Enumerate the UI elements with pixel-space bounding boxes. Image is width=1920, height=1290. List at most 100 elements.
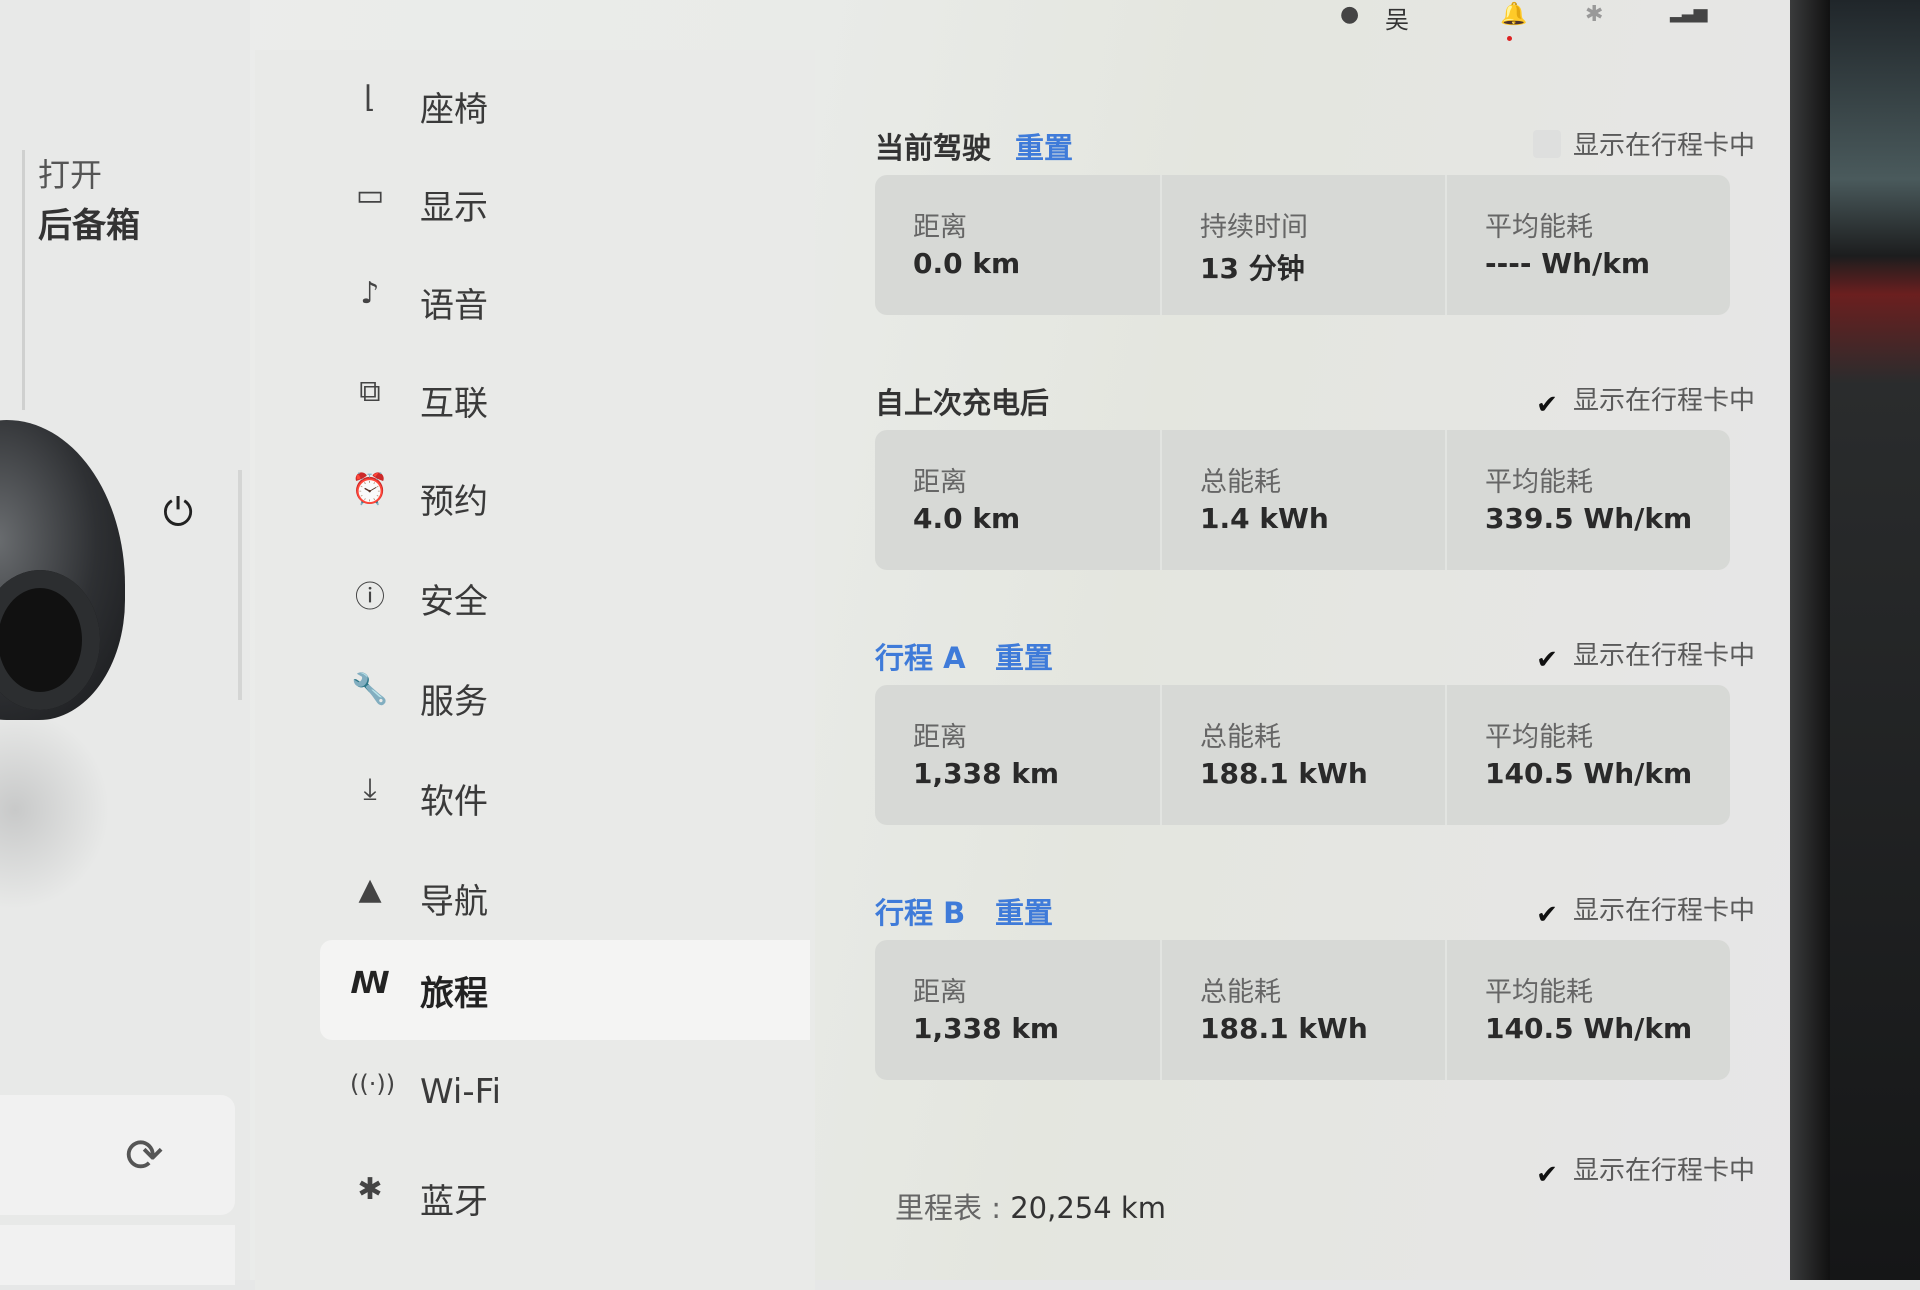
stat-cell: 距离 1,338 km: [875, 685, 1160, 825]
safety-icon: ⓘ: [355, 580, 385, 615]
show-in-trip-card-toggle[interactable]: 显示在行程卡中: [1532, 125, 1755, 162]
trips-panel: 当前驾驶 重置 显示在行程卡中 距离 0.0 km 持续时间 13 分钟 平均能…: [860, 0, 1760, 1280]
microphone-icon: ♪: [360, 276, 380, 311]
menu-item-label: 预约: [420, 482, 488, 522]
stat-cell: 平均能耗 140.5 Wh/km: [1445, 940, 1730, 1080]
section-title: 自上次充电后: [875, 386, 1050, 420]
menu-item-software[interactable]: ⤓ 软件: [320, 762, 880, 832]
car-interior-background: [1830, 0, 1920, 1280]
menu-item-label: 蓝牙: [420, 1182, 488, 1222]
section-title: 行程 B: [875, 896, 966, 930]
menu-item-label: 导航: [420, 882, 488, 922]
stat-cell: 距离 4.0 km: [875, 430, 1160, 570]
stat-label: 总能耗: [1200, 722, 1281, 753]
touchscreen: ● 吴 🔔 ✱ ▂▃▅ 打开 后备箱 ⏻ ⟳ ⌊ 座椅 ▭ 显示 ♪ 语音 ⧉ …: [0, 0, 1830, 1290]
menu-item-trips[interactable]: ꟿ 旅程: [320, 940, 810, 1040]
trunk-label[interactable]: 后备箱: [38, 198, 140, 247]
stat-cell: 距离 1,338 km: [875, 940, 1160, 1080]
car-reflection: [0, 710, 110, 910]
checkmark-icon[interactable]: ✔: [1533, 1160, 1561, 1190]
checkmark-icon[interactable]: ✔: [1533, 645, 1561, 675]
toggle-label: 显示在行程卡中: [1572, 641, 1755, 671]
show-in-trip-card-toggle[interactable]: ✔ 显示在行程卡中: [1533, 890, 1755, 930]
reset-button[interactable]: 重置: [1015, 125, 1073, 167]
stat-label: 平均能耗: [1485, 212, 1593, 243]
menu-item-bluetooth[interactable]: ✱ 蓝牙: [320, 1162, 880, 1232]
settings-menu: ⌊ 座椅 ▭ 显示 ♪ 语音 ⧉ 互联 ⏰ 预约 ⓘ 安全 🔧 服务 ⤓ 软件: [255, 50, 815, 1290]
stat-label: 距离: [913, 722, 967, 753]
checkbox[interactable]: [1532, 130, 1561, 158]
schedule-clock-icon: ⏰: [351, 472, 389, 507]
menu-item-label: 语音: [420, 286, 488, 326]
odometer: 里程表 : 20,254 km: [895, 1185, 1166, 1227]
stat-value: 140.5 Wh/km: [1485, 757, 1693, 790]
stat-value: 4.0 km: [913, 502, 1021, 535]
stats-card: 距离 1,338 km 总能耗 188.1 kWh 平均能耗 140.5 Wh/…: [875, 685, 1730, 825]
stat-label: 距离: [913, 212, 967, 243]
stat-cell: 平均能耗 140.5 Wh/km: [1445, 685, 1730, 825]
stat-cell: 平均能耗 339.5 Wh/km: [1445, 430, 1730, 570]
checkmark-icon[interactable]: ✔: [1533, 390, 1561, 420]
toggle-label: 显示在行程卡中: [1572, 1156, 1755, 1186]
stat-label: 距离: [913, 467, 967, 498]
stat-cell: 总能耗 188.1 kWh: [1160, 940, 1447, 1080]
wifi-icon: ((·)): [350, 1070, 396, 1098]
stat-value: 188.1 kWh: [1200, 1012, 1368, 1045]
menu-item-label: 互联: [420, 384, 488, 424]
stat-label: 总能耗: [1200, 977, 1281, 1008]
bottom-card: [0, 1095, 235, 1215]
wrench-icon: 🔧: [351, 672, 389, 707]
menu-item-schedule[interactable]: ⏰ 预约: [320, 462, 880, 532]
connectivity-icon: ⧉: [359, 374, 381, 409]
toggle-label: 显示在行程卡中: [1572, 131, 1755, 161]
screen-bezel: [1790, 0, 1830, 1280]
show-in-trip-card-toggle[interactable]: ✔ 显示在行程卡中: [1533, 380, 1755, 420]
menu-item-label: 座椅: [420, 90, 488, 130]
menu-item-label: Wi-Fi: [420, 1072, 502, 1112]
section-title: 行程 A: [875, 641, 966, 675]
trips-icon: ꟿ: [350, 966, 390, 1001]
stat-label: 总能耗: [1200, 467, 1281, 498]
bottom-card: [0, 1225, 235, 1285]
toggle-label: 显示在行程卡中: [1572, 896, 1755, 926]
stat-value: 140.5 Wh/km: [1485, 1012, 1693, 1045]
show-in-trip-card-toggle[interactable]: ✔ 显示在行程卡中: [1533, 1150, 1755, 1190]
menu-item-display[interactable]: ▭ 显示: [320, 168, 880, 238]
bluetooth-icon: ✱: [357, 1172, 383, 1207]
stat-value: 1.4 kWh: [1200, 502, 1329, 535]
menu-item-safety[interactable]: ⓘ 安全: [320, 562, 880, 632]
stat-cell: 距离 0.0 km: [875, 175, 1160, 315]
trunk-open-label[interactable]: 打开: [38, 150, 102, 196]
stat-value: 339.5 Wh/km: [1485, 502, 1693, 535]
menu-item-seats[interactable]: ⌊ 座椅: [320, 70, 880, 140]
divider: [238, 470, 242, 700]
stat-cell: 持续时间 13 分钟: [1160, 175, 1447, 315]
menu-item-label: 显示: [420, 188, 488, 228]
stat-label: 持续时间: [1200, 212, 1308, 243]
menu-item-navigation[interactable]: ▲ 导航: [320, 862, 880, 932]
stat-value: 1,338 km: [913, 1012, 1060, 1045]
menu-item-service[interactable]: 🔧 服务: [320, 662, 880, 732]
stat-label: 平均能耗: [1485, 722, 1593, 753]
reset-button[interactable]: 重置: [995, 890, 1053, 932]
stat-value: 188.1 kWh: [1200, 757, 1368, 790]
seat-icon: ⌊: [364, 80, 376, 115]
menu-item-voice[interactable]: ♪ 语音: [320, 266, 880, 336]
menu-item-wifi[interactable]: ((·)) Wi-Fi: [320, 1060, 880, 1130]
stats-card: 距离 1,338 km 总能耗 188.1 kWh 平均能耗 140.5 Wh/…: [875, 940, 1730, 1080]
odometer-value: 20,254 km: [1010, 1191, 1166, 1225]
divider: [22, 150, 25, 410]
stat-cell: 总能耗 188.1 kWh: [1160, 685, 1447, 825]
menu-item-connectivity[interactable]: ⧉ 互联: [320, 364, 880, 434]
stat-value: 1,338 km: [913, 757, 1060, 790]
sync-icon[interactable]: ⟳: [125, 1128, 164, 1182]
car-panel: 打开 后备箱 ⏻ ⟳: [0, 0, 250, 1285]
toggle-label: 显示在行程卡中: [1572, 386, 1755, 416]
stat-value: 0.0 km: [913, 247, 1021, 280]
reset-button[interactable]: 重置: [995, 635, 1053, 677]
show-in-trip-card-toggle[interactable]: ✔ 显示在行程卡中: [1533, 635, 1755, 675]
stat-cell: 总能耗 1.4 kWh: [1160, 430, 1447, 570]
charge-plug-icon[interactable]: ⏻: [163, 490, 193, 535]
stat-value: 13 分钟: [1200, 252, 1305, 285]
checkmark-icon[interactable]: ✔: [1533, 900, 1561, 930]
